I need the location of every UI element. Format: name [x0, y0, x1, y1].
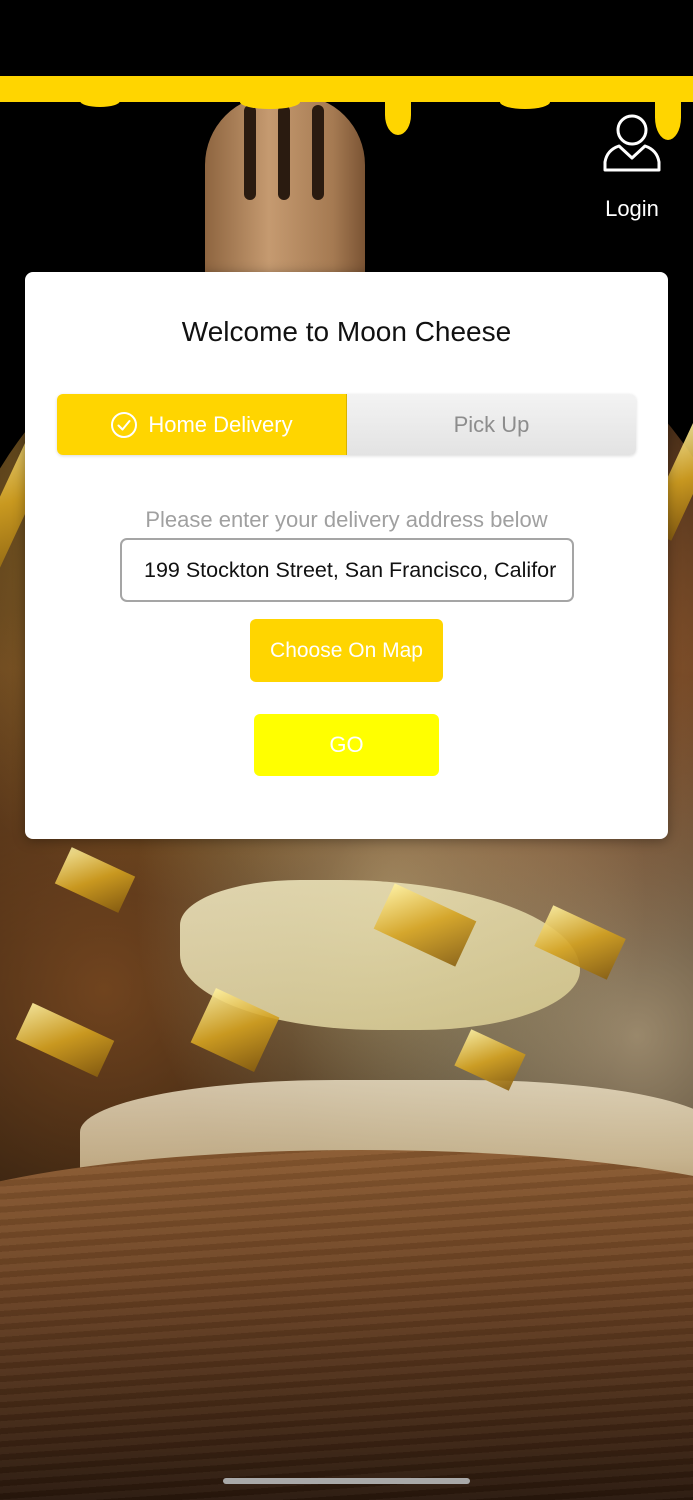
login-label: Login — [605, 196, 659, 221]
welcome-modal: Welcome to Moon Cheese Home Delivery Pic… — [25, 272, 668, 839]
cheese-drip — [240, 95, 300, 109]
home-delivery-label: Home Delivery — [148, 411, 293, 437]
check-circle-icon — [110, 411, 138, 439]
delivery-mode-toggle: Home Delivery Pick Up — [57, 394, 636, 455]
login-button[interactable]: Login — [596, 112, 668, 222]
pick-up-option[interactable]: Pick Up — [347, 394, 636, 455]
fork-gap — [244, 105, 256, 200]
cheese-drip — [80, 95, 120, 107]
choose-on-map-button[interactable]: Choose On Map — [250, 619, 443, 682]
modal-title: Welcome to Moon Cheese — [181, 316, 512, 347]
user-icon — [596, 112, 668, 174]
home-delivery-option[interactable]: Home Delivery — [57, 394, 347, 455]
wooden-board — [0, 1150, 693, 1500]
cheese-drip — [500, 95, 550, 109]
home-indicator — [223, 1478, 470, 1484]
fork-gap — [278, 105, 290, 200]
go-button[interactable]: GO — [254, 714, 439, 776]
fork-gap — [312, 105, 324, 200]
address-input[interactable] — [120, 538, 574, 602]
cheese-drip — [385, 95, 411, 135]
pick-up-label: Pick Up — [453, 411, 530, 437]
address-helper-text: Please enter your delivery address below — [145, 507, 548, 532]
